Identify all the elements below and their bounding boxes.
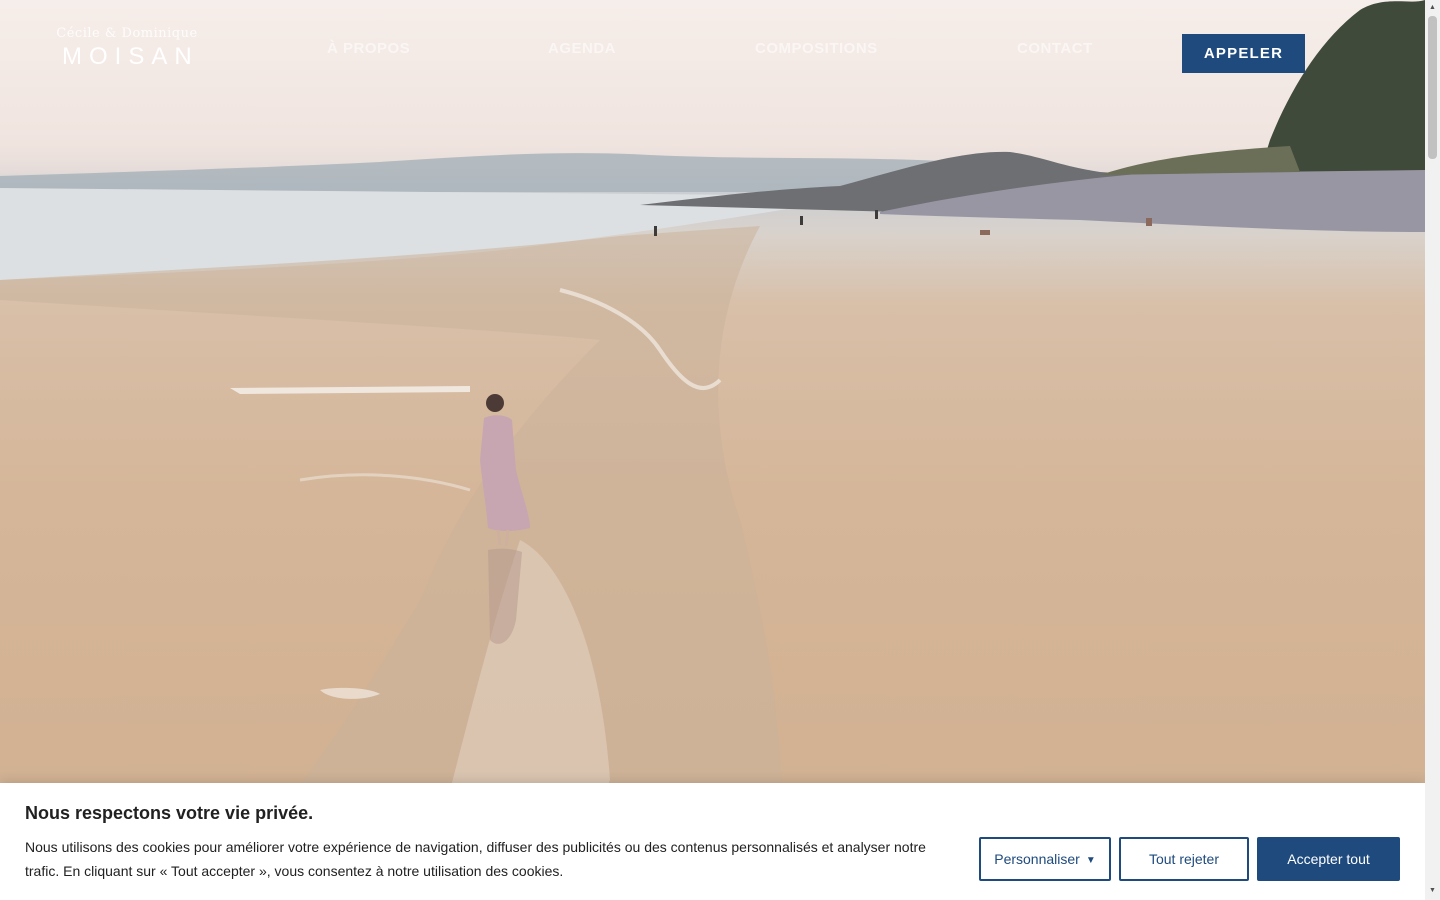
nav-item-a-propos[interactable]: À PROPOS — [327, 40, 410, 57]
call-button[interactable]: APPELER — [1182, 34, 1305, 73]
caret-down-icon: ▼ — [1085, 855, 1096, 866]
customize-button[interactable]: Personnaliser ▼ — [979, 837, 1111, 881]
nav-item-agenda[interactable]: AGENDA — [548, 40, 616, 57]
logo-name: MOISAN — [62, 43, 199, 70]
scroll-down-arrow-icon[interactable]: ▼ — [1425, 884, 1440, 898]
hero-background — [0, 0, 1425, 900]
accept-all-button[interactable]: Accepter tout — [1257, 837, 1400, 881]
site-header: Cécile & Dominique MOISAN À PROPOS AGEND… — [0, 0, 1425, 100]
scrollbar-thumb[interactable] — [1428, 16, 1437, 159]
site-logo[interactable]: Cécile & Dominique MOISAN — [56, 26, 198, 76]
scroll-up-arrow-icon[interactable]: ▲ — [1425, 1, 1440, 15]
cookie-banner: Nous respectons votre vie privée. Nous u… — [0, 783, 1425, 900]
cookie-banner-text: Nous utilisons des cookies pour améliore… — [25, 839, 926, 879]
customize-label: Personnaliser — [994, 851, 1080, 867]
beach-scene-image — [0, 0, 1425, 900]
vertical-scrollbar[interactable]: ▲ ▼ — [1425, 0, 1440, 900]
logo-subtitle: Cécile & Dominique — [56, 26, 198, 41]
nav-item-compositions[interactable]: COMPOSITIONS — [755, 40, 878, 57]
nav-item-contact[interactable]: CONTACT — [1017, 40, 1093, 57]
reject-all-button[interactable]: Tout rejeter — [1119, 837, 1249, 881]
cookie-banner-title: Nous respectons votre vie privée. — [25, 803, 314, 823]
